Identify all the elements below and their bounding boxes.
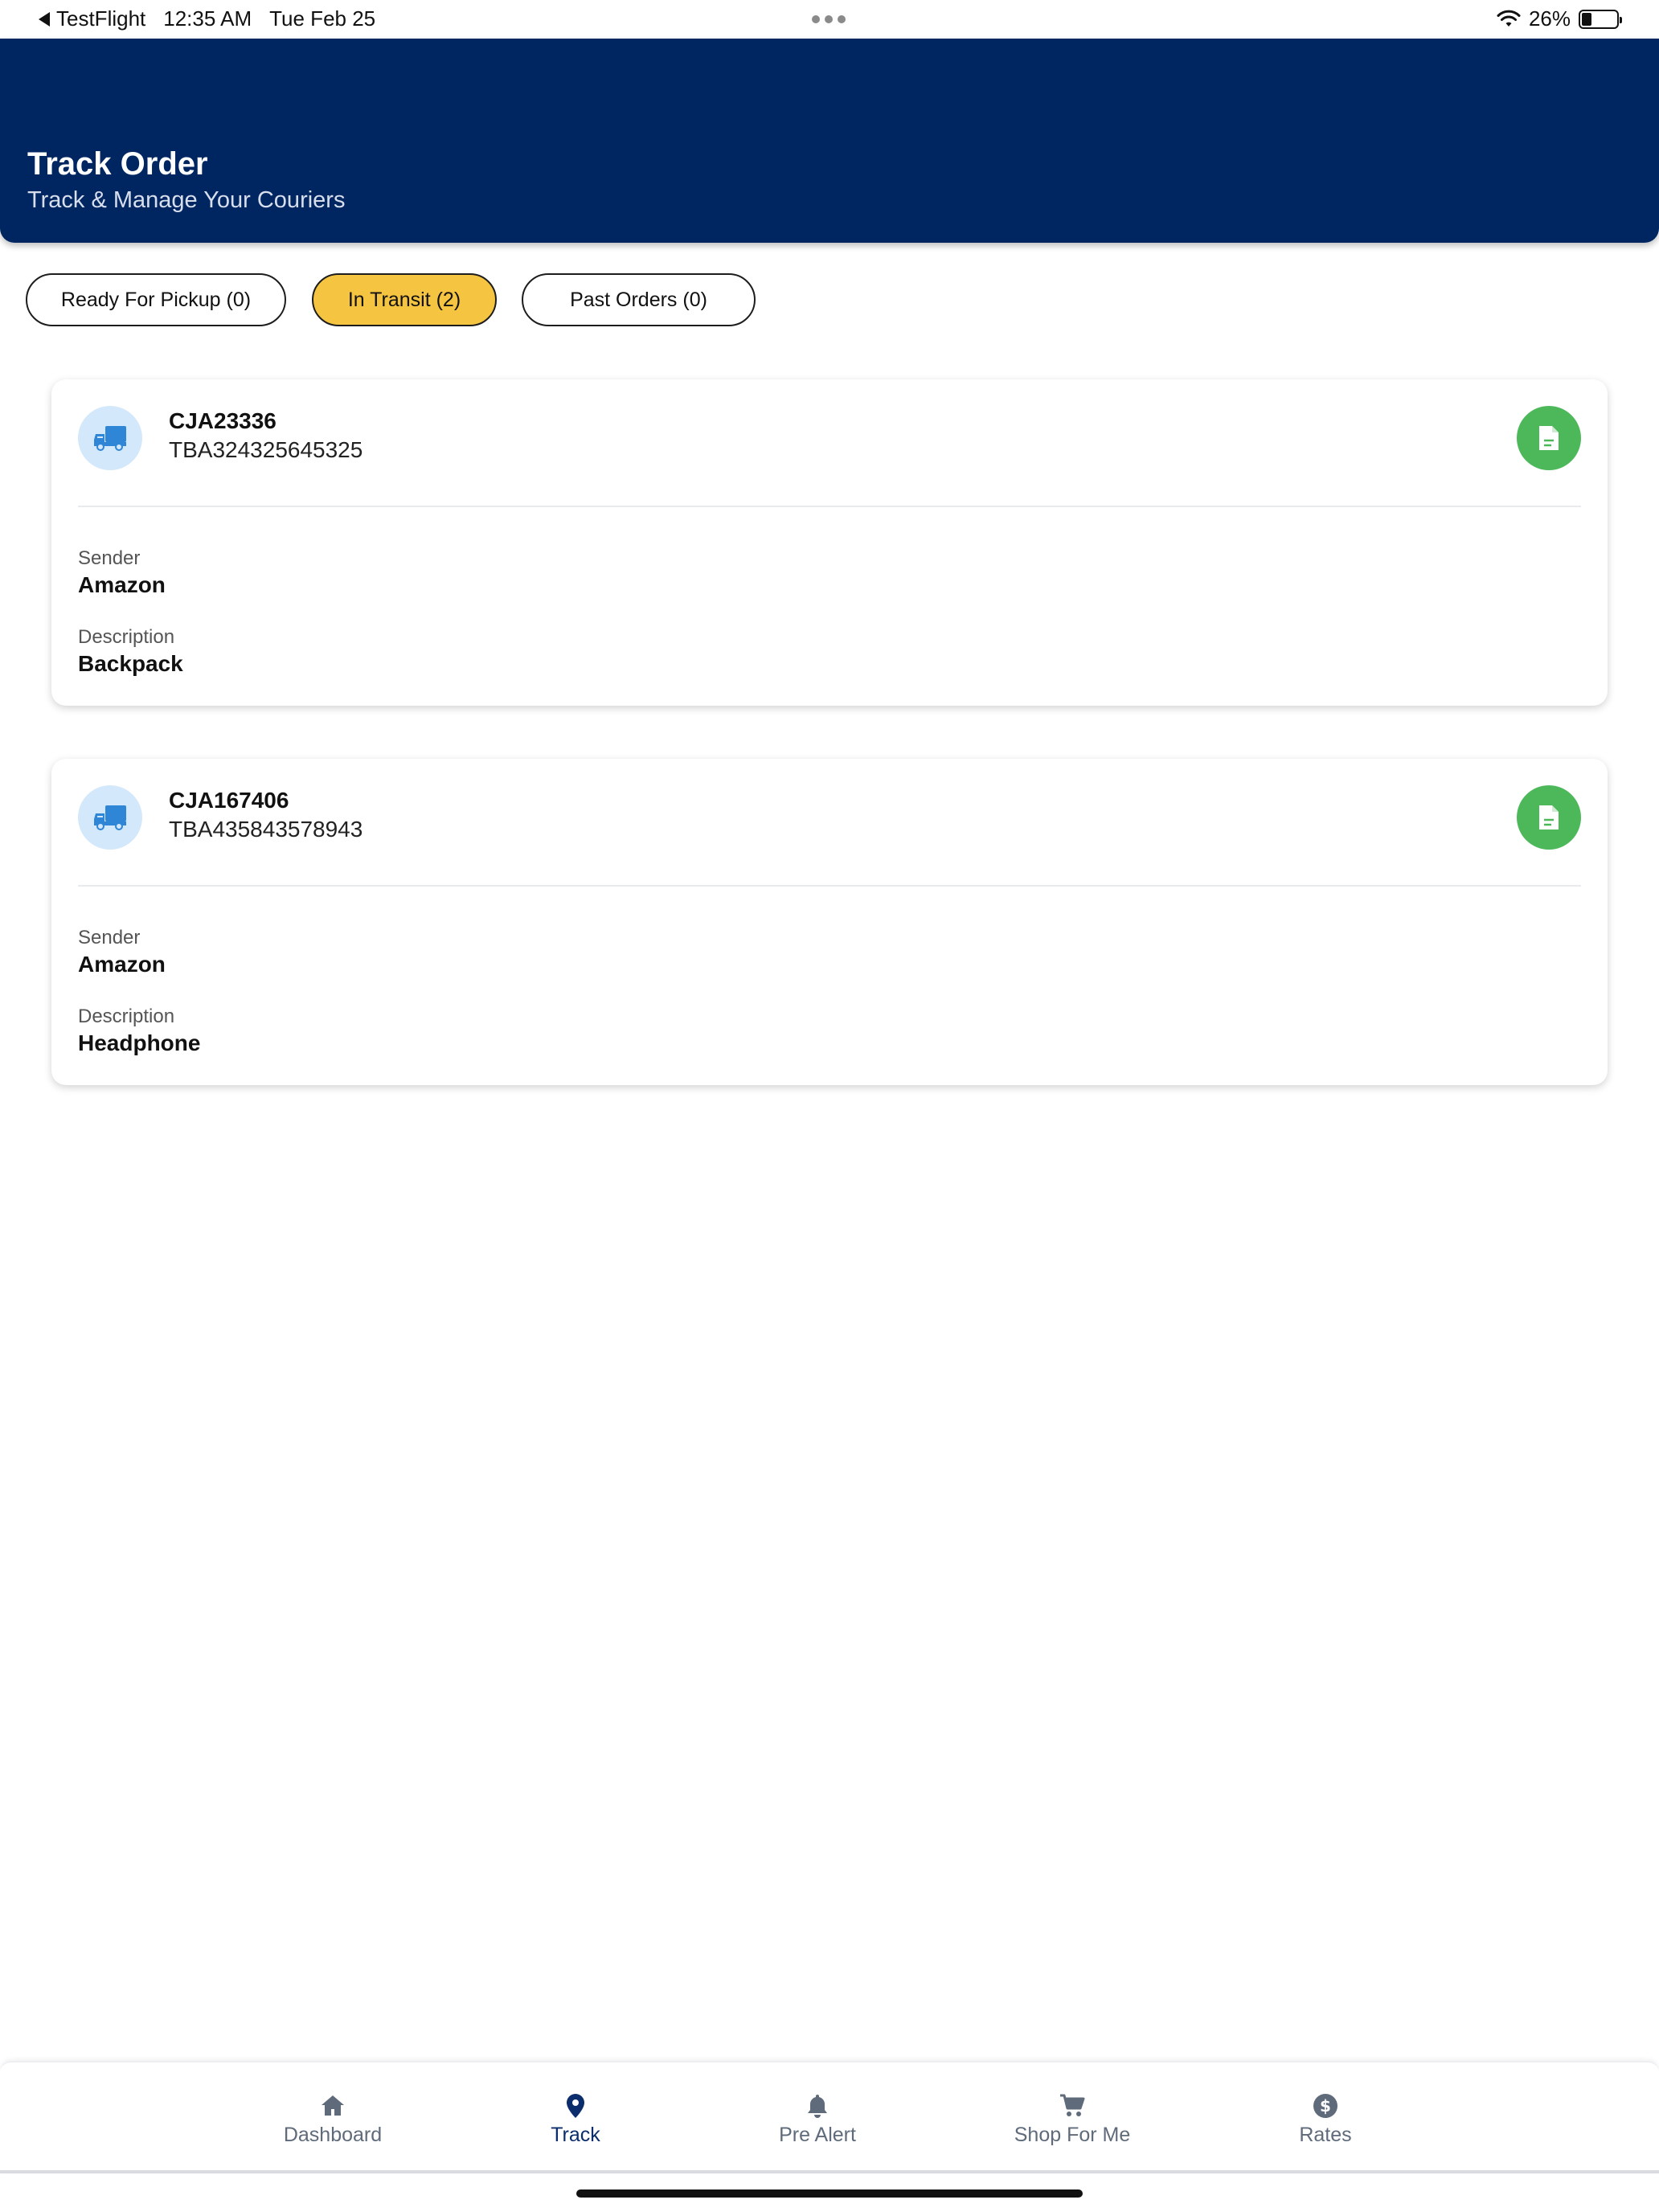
- order-card[interactable]: CJA167406 TBA435843578943 Sender Amazon …: [51, 759, 1608, 1085]
- nav-label: Pre Alert: [779, 2124, 856, 2146]
- home-indicator[interactable]: [576, 2189, 1083, 2198]
- nav-shop-for-me[interactable]: Shop For Me: [992, 2091, 1153, 2147]
- back-arrow-icon: [39, 11, 50, 27]
- tracking-number: TBA435843578943: [169, 817, 363, 842]
- description-value: Headphone: [78, 1030, 201, 1055]
- nav-label: Dashboard: [283, 2124, 383, 2146]
- back-app-label: TestFlight: [56, 6, 146, 31]
- page-header: Track Order Track & Manage Your Couriers: [0, 39, 1659, 243]
- card-divider: [78, 885, 1581, 887]
- status-date: Tue Feb 25: [269, 6, 376, 31]
- svg-text:$: $: [1320, 2096, 1331, 2116]
- tab-ready-for-pickup[interactable]: Ready For Pickup (0): [26, 273, 286, 326]
- status-time: 12:35 AM: [163, 6, 252, 31]
- tab-past-orders[interactable]: Past Orders (0): [522, 273, 756, 326]
- sender-value: Amazon: [78, 572, 166, 597]
- nav-label: Track: [551, 2124, 600, 2146]
- truck-icon: [78, 406, 142, 470]
- page-title: Track Order: [27, 146, 208, 182]
- nav-rates[interactable]: $ Rates: [1245, 2091, 1406, 2147]
- description-label: Description: [78, 1006, 175, 1027]
- battery-percentage: 26%: [1528, 6, 1571, 31]
- status-bar: TestFlight 12:35 AM Tue Feb 25 26%: [0, 0, 1659, 39]
- bottom-tab-bar: Dashboard Track Pre Alert Shop For Me $ …: [0, 2061, 1659, 2173]
- location-pin-icon: [567, 2094, 584, 2118]
- status-right: 26%: [1497, 6, 1622, 31]
- nav-pre-alert[interactable]: Pre Alert: [737, 2091, 898, 2147]
- nav-label: Shop For Me: [1014, 2124, 1131, 2146]
- home-icon: [322, 2095, 344, 2116]
- sender-label: Sender: [78, 547, 141, 569]
- document-icon: [1539, 426, 1559, 450]
- status-left: TestFlight 12:35 AM Tue Feb 25: [39, 6, 375, 31]
- invoice-document-button[interactable]: [1517, 406, 1581, 470]
- description-value: Backpack: [78, 651, 183, 676]
- multitasking-dots-icon[interactable]: [812, 15, 846, 23]
- nav-dashboard[interactable]: Dashboard: [252, 2091, 413, 2147]
- wifi-icon: [1497, 10, 1521, 27]
- battery-icon: [1579, 9, 1622, 29]
- document-icon: [1539, 805, 1559, 830]
- tracking-number: TBA324325645325: [169, 437, 363, 462]
- sender-value: Amazon: [78, 952, 166, 977]
- page-subtitle: Track & Manage Your Couriers: [27, 187, 346, 213]
- bell-icon: [808, 2095, 827, 2118]
- order-id: CJA23336: [169, 408, 276, 433]
- cart-icon: [1060, 2094, 1085, 2116]
- tab-in-transit[interactable]: In Transit (2): [312, 273, 497, 326]
- description-label: Description: [78, 626, 175, 648]
- card-divider: [78, 506, 1581, 507]
- back-to-app-link[interactable]: TestFlight: [39, 6, 145, 31]
- invoice-document-button[interactable]: [1517, 785, 1581, 850]
- order-card[interactable]: CJA23336 TBA324325645325 Sender Amazon D…: [51, 379, 1608, 706]
- dollar-icon: $: [1313, 2094, 1337, 2118]
- sender-label: Sender: [78, 927, 141, 948]
- order-id: CJA167406: [169, 788, 289, 813]
- nav-label: Rates: [1299, 2124, 1352, 2146]
- truck-icon: [78, 785, 142, 850]
- nav-track[interactable]: Track: [495, 2091, 656, 2147]
